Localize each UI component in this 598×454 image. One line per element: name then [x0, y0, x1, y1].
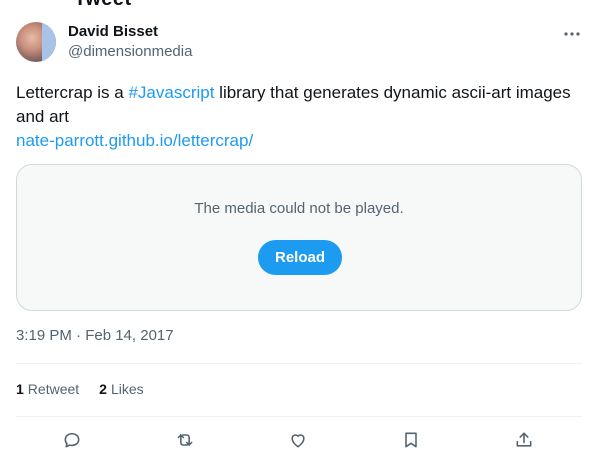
reply-icon — [64, 432, 80, 448]
engagement-stats: 1 Retweet 2 Likes — [16, 381, 144, 397]
reply-button[interactable] — [60, 428, 84, 452]
divider — [16, 416, 582, 417]
reload-button[interactable]: Reload — [258, 240, 342, 275]
media-error-message: The media could not be played. — [194, 200, 404, 217]
retweet-icon — [177, 434, 193, 446]
share-button[interactable] — [512, 428, 536, 452]
tweet-url-link[interactable]: nate-parrott.github.io/lettercrap/ — [16, 131, 253, 150]
like-button[interactable] — [286, 428, 310, 452]
retweet-button[interactable] — [173, 428, 197, 452]
action-bar — [16, 428, 582, 452]
bookmark-button[interactable] — [399, 428, 423, 452]
page-header-title: Tweet — [74, 0, 132, 11]
likes-label: Likes — [110, 381, 144, 397]
author-name[interactable]: David Bisset — [68, 23, 158, 40]
bookmark-icon — [405, 432, 417, 448]
more-dots-icon — [564, 32, 580, 36]
tweet-timestamp[interactable]: 3:19 PM · Feb 14, 2017 — [16, 327, 174, 344]
retweets-label: Retweet — [27, 381, 80, 397]
hashtag-link[interactable]: #Javascript — [128, 83, 214, 102]
more-options-button[interactable] — [562, 24, 582, 44]
heart-icon — [291, 434, 305, 448]
likes-count: 2 — [99, 381, 107, 397]
share-icon — [516, 432, 532, 447]
media-player: The media could not be played. Reload — [16, 164, 582, 311]
retweets-count: 1 — [16, 381, 24, 397]
likes-stat[interactable]: 2 Likes — [99, 381, 143, 397]
author-handle[interactable]: @dimensionmedia — [68, 43, 192, 60]
tweet-text-start: Lettercrap is a — [16, 83, 129, 102]
avatar[interactable] — [16, 22, 56, 62]
divider — [16, 363, 582, 364]
retweets-stat[interactable]: 1 Retweet — [16, 381, 79, 397]
tweet-text: Lettercrap is a #Javascript library that… — [16, 81, 576, 153]
